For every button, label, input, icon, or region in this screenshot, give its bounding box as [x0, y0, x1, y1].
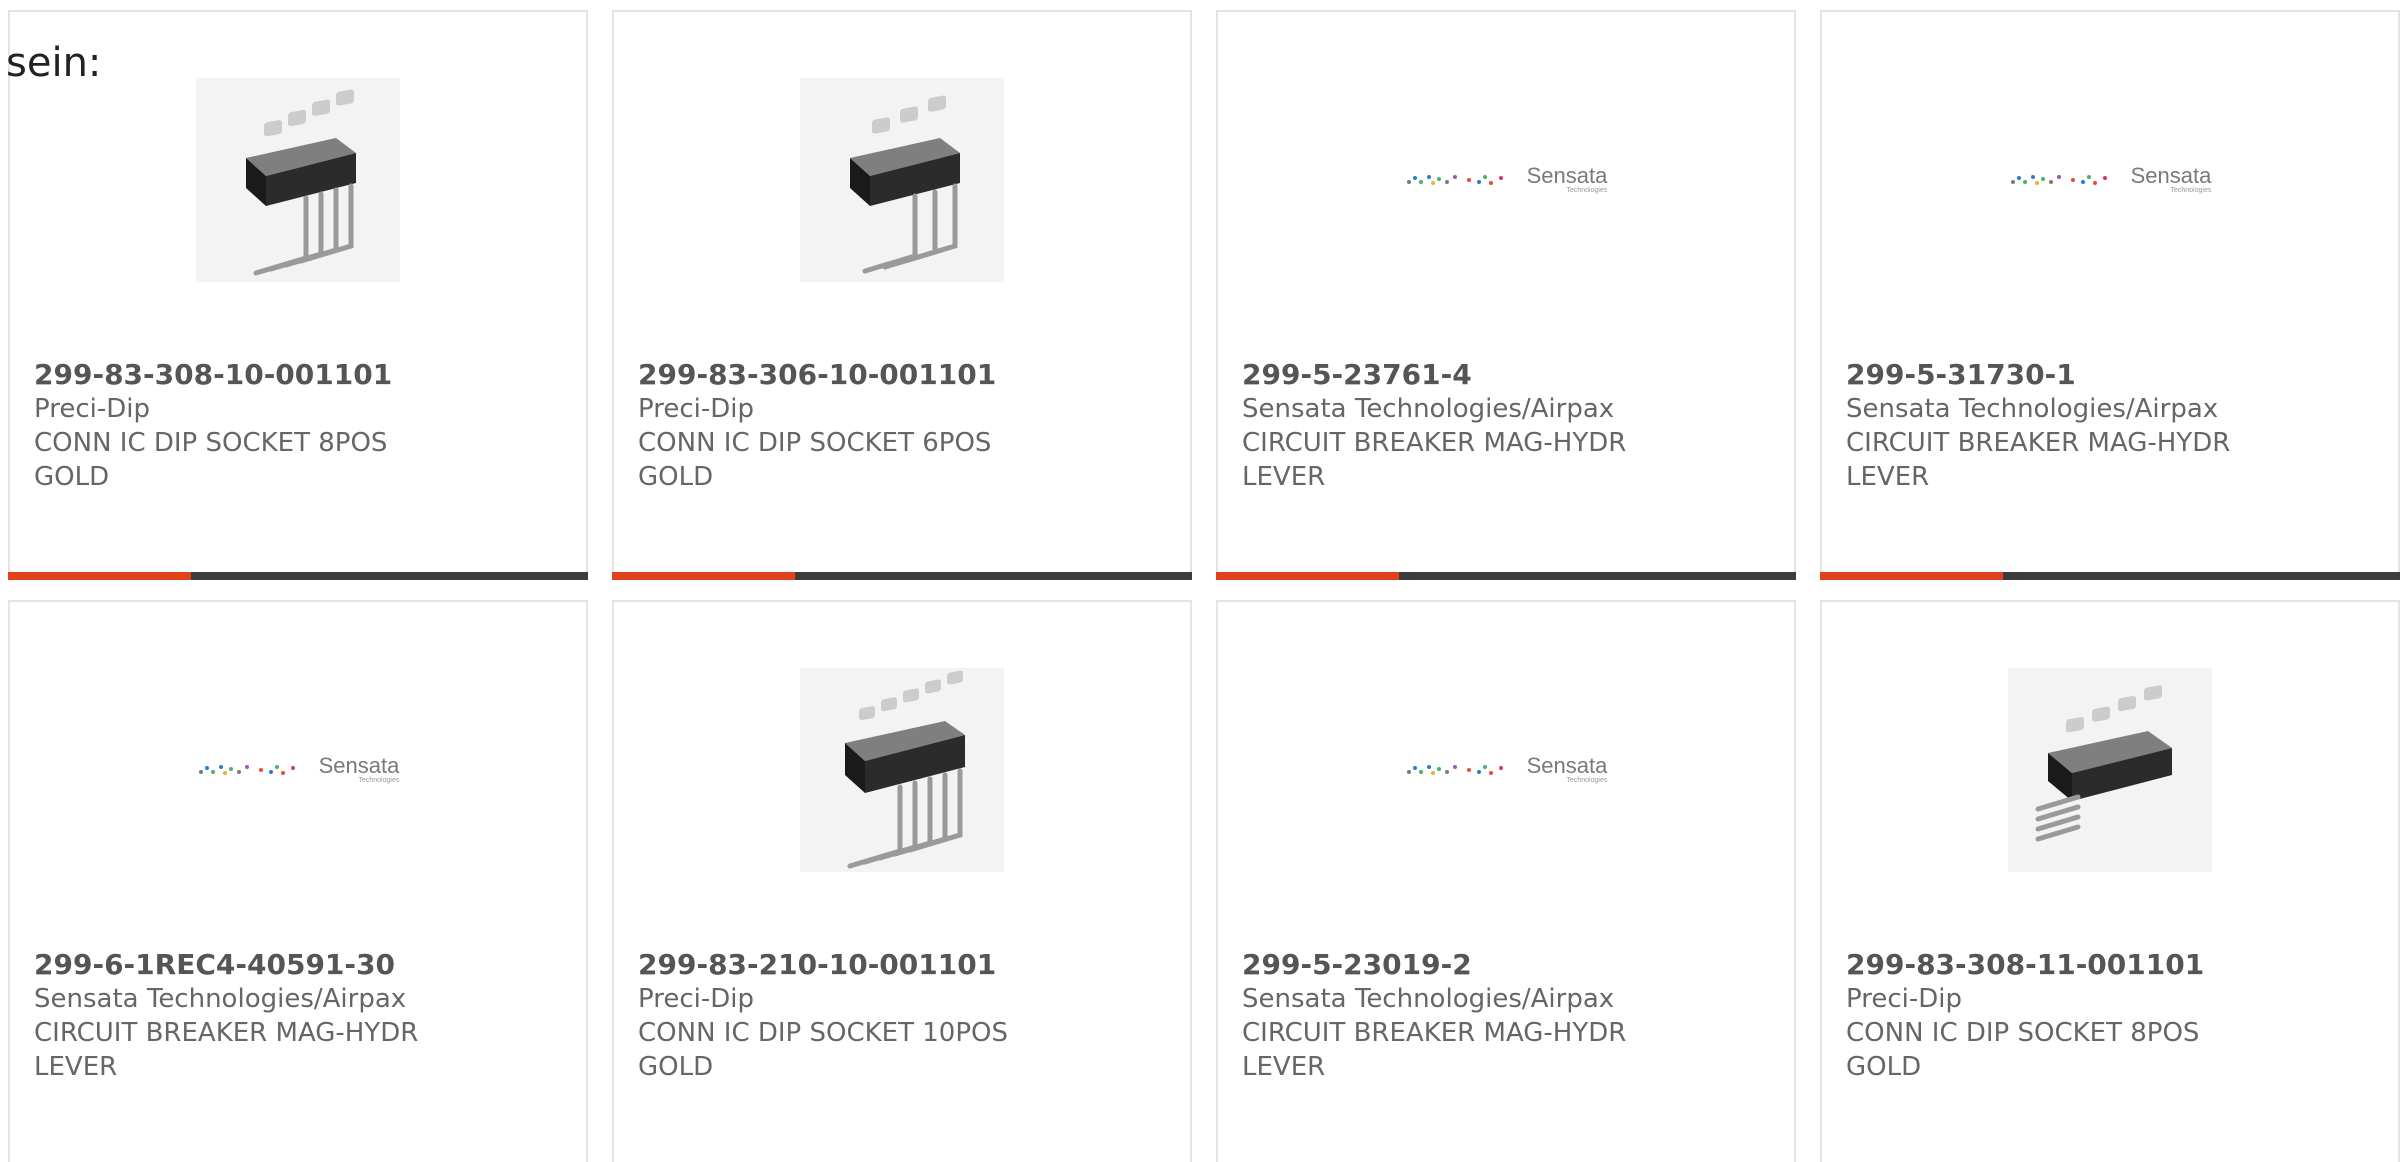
product-image[interactable]: Sensata Technologies [10, 668, 586, 872]
product-card[interactable]: 299-83-210-10-001101 Preci-Dip CONN IC D… [612, 600, 1192, 1162]
manufacturer: Preci-Dip [638, 394, 754, 424]
ic-socket-image [196, 78, 400, 282]
description: CONN IC DIP SOCKET 10POS [638, 1018, 1008, 1048]
sensata-dots-icon [2010, 175, 2107, 185]
product-info: 299-5-31730-1 Sensata Technologies/Airpa… [1846, 358, 2246, 494]
part-number-link[interactable]: 299-83-308-11-001101 [1846, 948, 2246, 982]
overlay-label: sein: [6, 40, 102, 86]
sensata-logo: Sensata Technologies [1405, 163, 1608, 195]
sensata-logo: Sensata Technologies [2009, 163, 2212, 195]
product-card[interactable]: 299-83-306-10-001101 Preci-Dip CONN IC D… [612, 10, 1192, 580]
description: CONN IC DIP SOCKET 6POS [638, 428, 992, 458]
manufacturer: Preci-Dip [1846, 984, 1962, 1014]
description-cont: LEVER [1242, 462, 1326, 492]
sensata-dots-icon [1406, 765, 1503, 775]
manufacturer: Preci-Dip [34, 394, 150, 424]
description-cont: GOLD [1846, 1052, 1922, 1082]
product-card[interactable]: 299-83-308-11-001101 Preci-Dip CONN IC D… [1820, 600, 2400, 1162]
description-cont: GOLD [638, 462, 714, 492]
product-image[interactable]: Sensata Technologies [1822, 78, 2398, 282]
description: CIRCUIT BREAKER MAG-HYDR [1242, 428, 1627, 458]
product-image[interactable] [10, 78, 586, 282]
description-cont: LEVER [1242, 1052, 1326, 1082]
card-bottom-bar [1820, 572, 2400, 580]
product-image[interactable]: Sensata Technologies [1218, 668, 1794, 872]
sensata-logo: Sensata Technologies [197, 753, 400, 785]
product-info: 299-83-306-10-001101 Preci-Dip CONN IC D… [638, 358, 1038, 494]
manufacturer: Sensata Technologies/Airpax [1242, 394, 1615, 424]
product-info: 299-83-308-11-001101 Preci-Dip CONN IC D… [1846, 948, 2246, 1084]
card-accent-bar [1216, 572, 1399, 580]
part-number-link[interactable]: 299-83-210-10-001101 [638, 948, 1038, 982]
card-accent-bar [1820, 572, 2003, 580]
sensata-logo: Sensata Technologies [1405, 753, 1608, 785]
description-cont: LEVER [34, 1052, 118, 1082]
part-number-link[interactable]: 299-83-306-10-001101 [638, 358, 1038, 392]
product-info: 299-83-210-10-001101 Preci-Dip CONN IC D… [638, 948, 1038, 1084]
product-image[interactable]: Sensata Technologies [1218, 78, 1794, 282]
sensata-dots-icon [1406, 175, 1503, 185]
product-card[interactable]: Sensata Technologies 299-5-23019-2 Sensa… [1216, 600, 1796, 1162]
description-cont: LEVER [1846, 462, 1930, 492]
description: CONN IC DIP SOCKET 8POS [1846, 1018, 2200, 1048]
description-cont: GOLD [34, 462, 110, 492]
product-image[interactable] [614, 668, 1190, 872]
part-number-link[interactable]: 299-5-31730-1 [1846, 358, 2246, 392]
manufacturer: Sensata Technologies/Airpax [34, 984, 407, 1014]
part-number-link[interactable]: 299-6-1REC4-40591-30 [34, 948, 434, 982]
manufacturer: Sensata Technologies/Airpax [1846, 394, 2219, 424]
card-accent-bar [612, 572, 795, 580]
product-card[interactable]: 299-83-308-10-001101 Preci-Dip CONN IC D… [8, 10, 588, 580]
part-number-link[interactable]: 299-5-23761-4 [1242, 358, 1642, 392]
logo-wordmark: Sensata Technologies [2130, 163, 2212, 195]
product-card[interactable]: Sensata Technologies 299-5-31730-1 Sensa… [1820, 10, 2400, 580]
product-card[interactable]: Sensata Technologies 299-5-23761-4 Sensa… [1216, 10, 1796, 580]
description: CONN IC DIP SOCKET 8POS [34, 428, 388, 458]
product-image[interactable] [614, 78, 1190, 282]
product-info: 299-5-23019-2 Sensata Technologies/Airpa… [1242, 948, 1642, 1084]
part-number-link[interactable]: 299-5-23019-2 [1242, 948, 1642, 982]
ic-socket-image [800, 668, 1004, 872]
product-info: 299-6-1REC4-40591-30 Sensata Technologie… [34, 948, 434, 1084]
product-grid-page: sein: 299-83-308-10-001101 Preci-Dip CON… [0, 0, 2400, 1162]
logo-wordmark: Sensata Technologies [1526, 163, 1608, 195]
card-bottom-bar [8, 572, 588, 580]
card-bottom-bar [1216, 572, 1796, 580]
logo-wordmark: Sensata Technologies [318, 753, 400, 785]
product-info: 299-5-23761-4 Sensata Technologies/Airpa… [1242, 358, 1642, 494]
logo-wordmark: Sensata Technologies [1526, 753, 1608, 785]
card-bottom-bar [612, 572, 1192, 580]
product-image[interactable] [1822, 668, 2398, 872]
manufacturer: Sensata Technologies/Airpax [1242, 984, 1615, 1014]
manufacturer: Preci-Dip [638, 984, 754, 1014]
description: CIRCUIT BREAKER MAG-HYDR [34, 1018, 419, 1048]
ic-socket-image [2008, 668, 2212, 872]
part-number-link[interactable]: 299-83-308-10-001101 [34, 358, 434, 392]
description: CIRCUIT BREAKER MAG-HYDR [1242, 1018, 1627, 1048]
card-accent-bar [8, 572, 191, 580]
description: CIRCUIT BREAKER MAG-HYDR [1846, 428, 2231, 458]
ic-socket-image [800, 78, 1004, 282]
description-cont: GOLD [638, 1052, 714, 1082]
product-card[interactable]: Sensata Technologies 299-6-1REC4-40591-3… [8, 600, 588, 1162]
product-info: 299-83-308-10-001101 Preci-Dip CONN IC D… [34, 358, 434, 494]
sensata-dots-icon [198, 765, 295, 775]
